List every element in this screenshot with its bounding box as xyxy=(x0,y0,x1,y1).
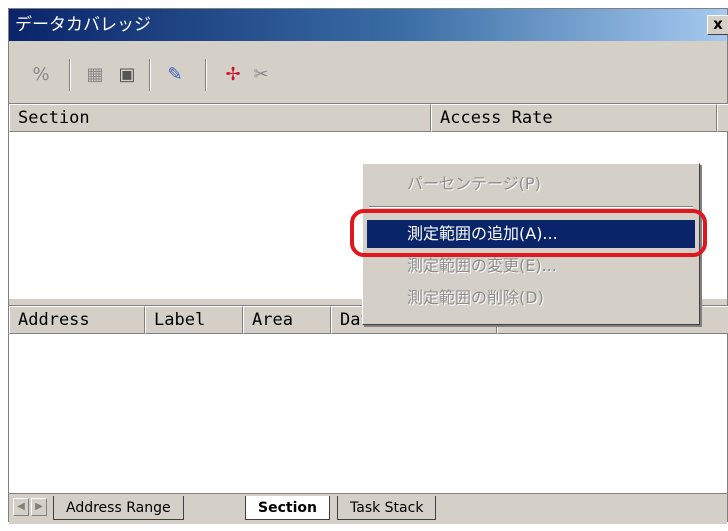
column-header-filler xyxy=(717,104,728,132)
column-header-area[interactable]: Area xyxy=(243,306,331,334)
column-header-access-rate[interactable]: Access Rate xyxy=(431,104,717,132)
close-button[interactable]: x xyxy=(707,15,728,35)
tab-task-stack[interactable]: Task Stack xyxy=(337,496,437,520)
title-bar[interactable]: データカバレッジ x xyxy=(9,9,728,41)
grid-icon[interactable]: ▦ xyxy=(81,61,109,89)
tab-scroll-left-icon[interactable]: ◀ xyxy=(13,498,29,516)
menu-item-add-range[interactable]: 測定範囲の追加(A)... xyxy=(367,220,695,248)
toolbar-separator xyxy=(149,59,151,91)
toolbar-separator xyxy=(205,59,207,91)
tab-address-range[interactable]: Address Range xyxy=(53,496,184,520)
address-table: Address Label Area Data xyxy=(9,305,728,493)
menu-item-delete-range[interactable]: 測定範囲の削除(D) xyxy=(367,284,695,312)
tab-scroll-right-icon[interactable]: ▶ xyxy=(31,498,47,516)
chart-icon[interactable]: ▣ xyxy=(113,61,141,89)
column-header-address[interactable]: Address xyxy=(9,306,145,334)
tab-bar: ◀ ▶ Address Range Section Task Stack xyxy=(9,493,727,524)
menu-item-change-range[interactable]: 測定範囲の変更(E)... xyxy=(367,252,695,280)
toolbar-separator xyxy=(69,59,71,91)
context-menu: パーセンテージ(P) 測定範囲の追加(A)... 測定範囲の変更(E)... 測… xyxy=(362,163,700,325)
window-title: データカバレッジ xyxy=(15,15,151,35)
remove-range-icon[interactable]: ✂ xyxy=(247,61,275,89)
percent-icon[interactable]: % xyxy=(27,61,55,89)
menu-separator xyxy=(369,206,693,208)
broom-icon[interactable]: ✎ xyxy=(161,61,189,89)
toolbar: % ▦ ▣ ✎ ✢ ✂ xyxy=(9,45,727,101)
data-coverage-window: データカバレッジ x % ▦ ▣ ✎ ✢ ✂ Section Access Ra… xyxy=(8,8,728,524)
add-range-icon[interactable]: ✢ xyxy=(219,61,247,89)
column-header-label[interactable]: Label xyxy=(145,306,243,334)
column-header-section[interactable]: Section xyxy=(9,104,431,132)
tab-section[interactable]: Section xyxy=(245,496,330,520)
menu-item-percentage[interactable]: パーセンテージ(P) xyxy=(367,170,695,198)
